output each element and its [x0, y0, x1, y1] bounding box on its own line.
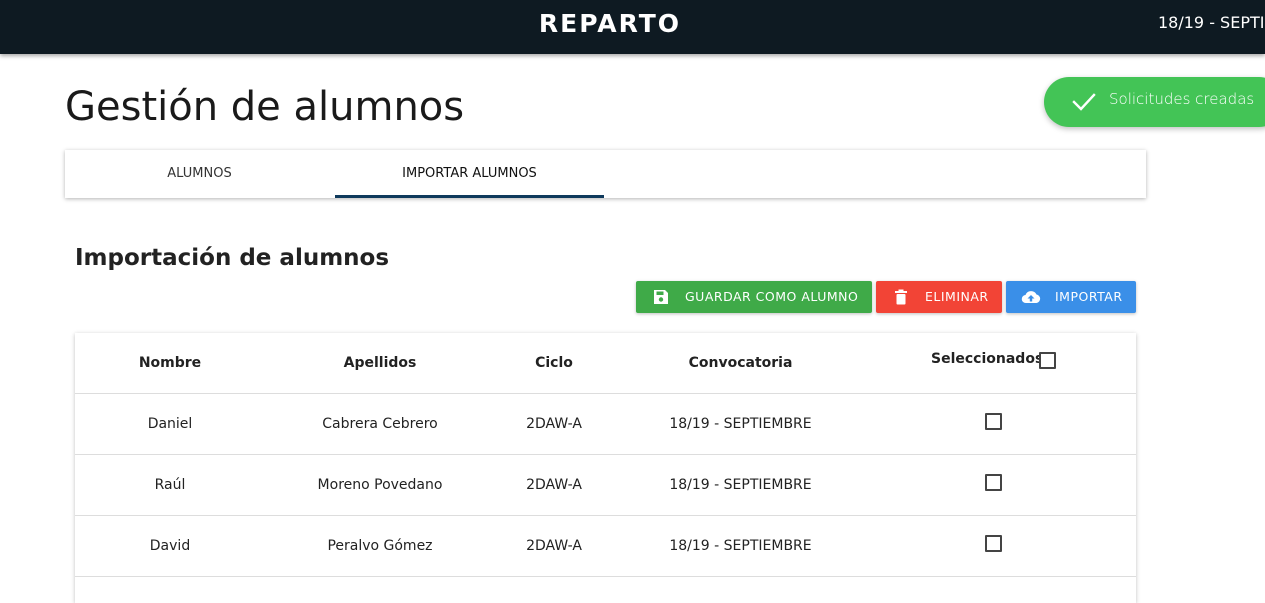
cell-ciclo: 2DAW-A	[526, 538, 582, 554]
row-select-checkbox[interactable]	[985, 535, 1002, 552]
top-app-bar: REPARTO 18/19 - SEPTIEMBRE	[0, 0, 1265, 54]
table-row: Raúl Moreno Povedano 2DAW-A 18/19 - SEPT…	[75, 455, 1136, 516]
table-row: David Peralvo Gómez 2DAW-A 18/19 - SEPTI…	[75, 516, 1136, 577]
cell-ciclo: 2DAW-A	[526, 416, 582, 432]
table-header: Nombre Apellidos Ciclo Convocatoria Sele…	[75, 333, 1136, 394]
column-header-ciclo[interactable]: Ciclo	[495, 355, 613, 371]
import-button[interactable]: IMPORTAR	[1006, 281, 1136, 313]
delete-button-label: ELIMINAR	[925, 289, 989, 304]
cell-convocatoria: 18/19 - SEPTIEMBRE	[669, 477, 812, 493]
cell-ciclo: 2DAW-A	[526, 477, 582, 493]
save-button-label: GUARDAR COMO ALUMNO	[685, 289, 859, 304]
current-period: 18/19 - SEPTIEMBRE	[1158, 13, 1265, 32]
column-header-nombre[interactable]: Nombre	[75, 355, 265, 371]
trash-icon	[895, 289, 907, 305]
row-select-checkbox[interactable]	[985, 413, 1002, 430]
cell-apellidos: Peralvo Gómez	[327, 538, 433, 554]
students-table: Nombre Apellidos Ciclo Convocatoria Sele…	[75, 333, 1136, 603]
tab-alumnos[interactable]: ALUMNOS	[65, 150, 334, 198]
cell-apellidos: Cabrera Cebrero	[322, 416, 438, 432]
column-header-seleccionados: Seleccionados	[931, 351, 1044, 367]
column-header-apellidos[interactable]: Apellidos	[265, 355, 495, 371]
row-select-checkbox[interactable]	[985, 474, 1002, 491]
check-icon	[1072, 93, 1096, 111]
select-all-checkbox[interactable]	[1039, 352, 1056, 369]
tab-importar-alumnos[interactable]: IMPORTAR ALUMNOS	[335, 150, 604, 198]
tab-bar: ALUMNOS IMPORTAR ALUMNOS	[65, 150, 1146, 198]
cell-apellidos: Moreno Povedano	[317, 477, 443, 493]
cell-nombre: Daniel	[147, 416, 193, 432]
toast-message: Solicitudes creadas	[1109, 90, 1255, 108]
active-tab-indicator	[335, 195, 604, 198]
column-header-convocatoria[interactable]: Convocatoria	[613, 355, 868, 371]
cloud-upload-icon	[1021, 291, 1041, 304]
cell-convocatoria: 18/19 - SEPTIEMBRE	[669, 538, 812, 554]
page-title: Gestión de alumnos	[65, 84, 465, 130]
section-title: Importación de alumnos	[75, 245, 390, 271]
delete-button[interactable]: ELIMINAR	[876, 281, 1002, 313]
success-toast: Solicitudes creadas	[1044, 77, 1265, 127]
save-as-student-button[interactable]: GUARDAR COMO ALUMNO	[636, 281, 872, 313]
floppy-disk-icon	[654, 290, 668, 304]
cell-convocatoria: 18/19 - SEPTIEMBRE	[669, 416, 812, 432]
cell-nombre: David	[149, 538, 191, 554]
table-row: Daniel Cabrera Cebrero 2DAW-A 18/19 - SE…	[75, 394, 1136, 455]
import-button-label: IMPORTAR	[1055, 289, 1123, 304]
cell-nombre: Raúl	[154, 477, 186, 493]
app-logo[interactable]: REPARTO	[0, 9, 1220, 38]
